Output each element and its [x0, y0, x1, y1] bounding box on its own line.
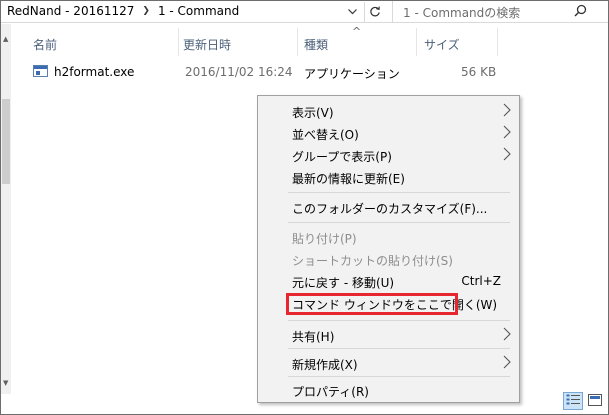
column-header-row: 名前 更新日時 種類 サイズ — [11, 26, 601, 60]
file-type: アプリケーション — [304, 67, 400, 81]
menu-separator — [288, 376, 510, 377]
breadcrumb-item-command[interactable]: 1 - Command — [158, 4, 239, 18]
chevron-right-icon — [503, 355, 511, 372]
menu-item-paste: 貼り付け(P) — [258, 226, 519, 248]
refresh-icon[interactable] — [364, 2, 384, 22]
file-modified: 2016/11/02 16:24 — [185, 65, 293, 79]
search-icon[interactable] — [574, 4, 587, 20]
highlight-annotation — [286, 293, 458, 315]
chevron-down-icon[interactable] — [343, 2, 362, 22]
menu-item-label: ショートカットの貼り付け(S) — [292, 254, 453, 268]
address-bar[interactable]: RedNand - 20161127 ❯ 1 - Command 1 - Com… — [1, 1, 608, 23]
column-header-modified[interactable]: 更新日時 — [183, 36, 231, 53]
breadcrumb: RedNand - 20161127 ❯ 1 - Command — [7, 4, 239, 18]
menu-item-view[interactable]: 表示(V) — [258, 100, 519, 122]
menu-separator — [288, 222, 510, 223]
menu-item-undo-move[interactable]: 元に戻す - 移動(U) Ctrl+Z — [258, 270, 519, 292]
chevron-right-icon — [503, 125, 511, 142]
chevron-right-icon[interactable]: ❯ — [142, 6, 150, 16]
search-input[interactable]: 1 - Commandの検索 — [403, 4, 520, 21]
menu-separator — [288, 320, 510, 321]
column-divider[interactable] — [178, 28, 179, 56]
column-header-name[interactable]: 名前 — [33, 36, 57, 53]
sort-ascending-icon: ^ — [352, 25, 362, 38]
menu-item-label: 最新の情報に更新(E) — [292, 172, 405, 186]
column-divider[interactable] — [416, 28, 417, 56]
large-icons-view-button[interactable] — [585, 392, 605, 410]
search-box[interactable]: 1 - Commandの検索 — [392, 1, 599, 23]
menu-item-label: このフォルダーのカスタマイズ(F)... — [292, 202, 488, 216]
menu-separator — [288, 192, 510, 193]
file-row[interactable]: h2format.exe 2016/11/02 16:24 アプリケーション 5… — [23, 62, 503, 82]
column-divider[interactable] — [497, 28, 498, 56]
menu-item-label: 並べ替え(O) — [292, 128, 359, 142]
file-name: h2format.exe — [54, 65, 135, 79]
column-divider[interactable] — [297, 28, 298, 56]
column-header-type[interactable]: 種類 — [304, 36, 328, 53]
chevron-right-icon — [503, 147, 511, 164]
menu-item-label: プロパティ(R) — [292, 385, 369, 399]
menu-item-label: グループで表示(P) — [292, 150, 392, 164]
menu-item-label: 新規作成(X) — [292, 358, 358, 372]
chevron-right-icon — [503, 103, 511, 120]
menu-item-label: 元に戻す - 移動(U) — [292, 276, 395, 290]
context-menu: 表示(V) 並べ替え(O) グループで表示(P) 最新の情報に更新(E) このフ… — [257, 95, 520, 403]
chevron-right-icon — [503, 327, 511, 344]
menu-item-label: 表示(V) — [292, 106, 334, 120]
navigation-pane-scrollbar[interactable]: ▲ ▼ — [1, 24, 11, 394]
menu-item-label: 貼り付け(P) — [292, 232, 357, 246]
details-view-button[interactable] — [563, 392, 583, 410]
file-size: 56 KB — [461, 65, 497, 79]
breadcrumb-item-rednand[interactable]: RedNand - 20161127 — [7, 4, 134, 18]
explorer-window: RedNand - 20161127 ❯ 1 - Command 1 - Com… — [0, 0, 609, 415]
scroll-down-icon[interactable]: ▼ — [3, 379, 8, 387]
large-icons-view-icon — [588, 393, 602, 409]
menu-item-group-by[interactable]: グループで表示(P) — [258, 144, 519, 166]
menu-item-refresh[interactable]: 最新の情報に更新(E) — [258, 166, 519, 188]
application-icon — [33, 65, 48, 77]
column-header-size[interactable]: サイズ — [424, 36, 460, 53]
menu-item-paste-shortcut: ショートカットの貼り付け(S) — [258, 248, 519, 270]
menu-item-new[interactable]: 新規作成(X) — [258, 352, 519, 374]
menu-item-properties[interactable]: プロパティ(R) — [258, 379, 519, 401]
menu-item-share[interactable]: 共有(H) — [258, 324, 519, 346]
scrollbar-thumb[interactable] — [2, 99, 10, 184]
menu-item-shortcut: Ctrl+Z — [461, 274, 501, 288]
menu-item-sort-by[interactable]: 並べ替え(O) — [258, 122, 519, 144]
details-view-icon — [566, 394, 580, 409]
scroll-up-icon[interactable]: ▲ — [3, 35, 8, 43]
menu-separator — [288, 348, 510, 349]
view-mode-buttons — [563, 392, 605, 410]
menu-item-label: 共有(H) — [292, 330, 335, 344]
menu-item-customize-folder[interactable]: このフォルダーのカスタマイズ(F)... — [258, 196, 519, 218]
